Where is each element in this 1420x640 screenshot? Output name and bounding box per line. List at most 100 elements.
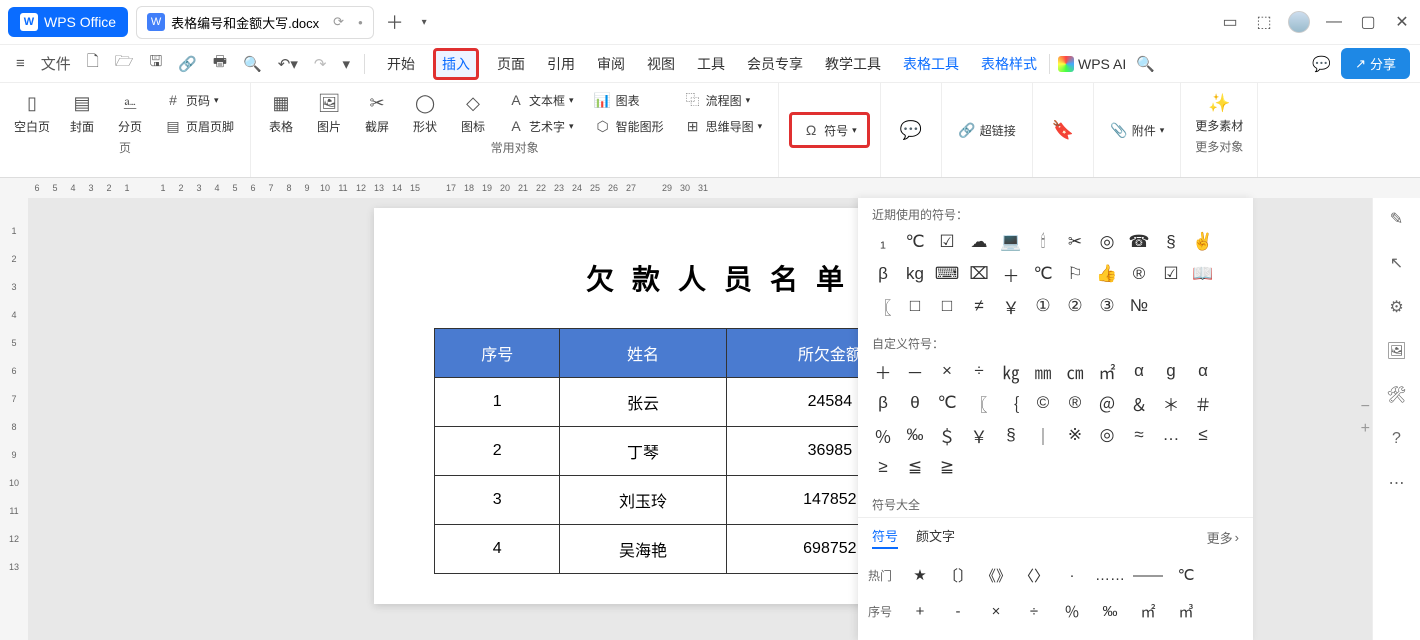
- mindmap-button[interactable]: ⊞思维导图▾: [678, 115, 769, 137]
- symbol-cell[interactable]: ＠: [1092, 388, 1122, 418]
- tab-table-tools[interactable]: 表格工具: [899, 48, 963, 80]
- symbol-cell[interactable]: ￥: [964, 420, 994, 450]
- symbol-cell[interactable]: ＋: [868, 356, 898, 386]
- symbol-cell[interactable]: +: [904, 597, 936, 625]
- symbol-cell[interactable]: 💻: [996, 227, 1026, 257]
- symbol-cell[interactable]: ㎡: [1092, 356, 1122, 386]
- emoticons-tab[interactable]: 颜文字: [916, 526, 955, 549]
- symbol-cell[interactable]: ④: [1018, 633, 1050, 640]
- symbol-cell[interactable]: β: [868, 259, 898, 289]
- more-symbols-link[interactable]: 更多›: [1207, 526, 1239, 549]
- symbol-cell[interactable]: ⚐: [1060, 259, 1090, 289]
- table-cell[interactable]: 2: [435, 427, 560, 476]
- symbol-cell[interactable]: ℃: [900, 227, 930, 257]
- symbol-cell[interactable]: ≧: [932, 452, 962, 482]
- table-cell[interactable]: 1: [435, 378, 560, 427]
- more-quickaccess-icon[interactable]: ▾: [336, 51, 356, 77]
- symbol-cell[interactable]: ◎: [1092, 420, 1122, 450]
- symbol-cell[interactable]: ☎: [1124, 227, 1154, 257]
- symbol-cell[interactable]: ⑥: [1094, 633, 1126, 640]
- symbol-cell[interactable]: §: [996, 420, 1026, 450]
- symbol-cell[interactable]: ㎜: [1028, 356, 1058, 386]
- symbol-cell[interactable]: ＋: [996, 259, 1026, 289]
- table-cell[interactable]: 3: [435, 476, 560, 525]
- symbol-cell[interactable]: ℃: [1028, 259, 1058, 289]
- symbol-cell[interactable]: ㎡: [1132, 597, 1164, 625]
- symbol-cell[interactable]: ✌: [1188, 227, 1218, 257]
- symbol-cell[interactable]: ③: [1092, 291, 1122, 321]
- tab-teaching[interactable]: 教学工具: [821, 48, 885, 80]
- user-avatar[interactable]: [1288, 11, 1310, 33]
- symbol-cell[interactable]: kg: [900, 259, 930, 289]
- new-tab-dropdown-icon[interactable]: ▾: [416, 13, 433, 32]
- symbol-cell[interactable]: ℃: [932, 388, 962, 418]
- link-icon[interactable]: 🔗: [172, 51, 203, 77]
- tab-sync-icon[interactable]: ⟳: [333, 14, 344, 30]
- symbol-category-label[interactable]: 序号: [868, 603, 900, 620]
- symbol-cell[interactable]: －: [900, 356, 930, 386]
- file-menu[interactable]: 文件: [35, 49, 77, 78]
- symbol-cell[interactable]: ‰: [1094, 597, 1126, 625]
- package-icon[interactable]: ⬚: [1254, 12, 1274, 32]
- app-badge[interactable]: W WPS Office: [8, 7, 128, 37]
- cover-button[interactable]: ▤封面: [62, 90, 102, 137]
- tab-page[interactable]: 页面: [493, 48, 529, 80]
- symbol-cell[interactable]: ＃: [1188, 388, 1218, 418]
- symbol-cell[interactable]: ※: [1060, 420, 1090, 450]
- symbol-cell[interactable]: ɡ: [1156, 356, 1186, 386]
- symbol-cell[interactable]: ⌧: [964, 259, 994, 289]
- symbol-cell[interactable]: ——: [1132, 561, 1164, 589]
- symbol-cell[interactable]: ⌨: [932, 259, 962, 289]
- hyperlink-button[interactable]: 🔗超链接: [952, 119, 1022, 141]
- symbol-category-label[interactable]: 热门: [868, 567, 900, 584]
- open-file-icon[interactable]: 🗁: [109, 47, 140, 80]
- symbol-cell[interactable]: ①: [1028, 291, 1058, 321]
- symbol-cell[interactable]: ＄: [932, 420, 962, 450]
- table-cell[interactable]: 吴海艳: [560, 525, 726, 574]
- tab-insert[interactable]: 插入: [433, 48, 479, 80]
- symbol-cell[interactable]: ｛: [996, 388, 1026, 418]
- new-file-icon[interactable]: 🗋: [81, 47, 105, 80]
- new-tab-button[interactable]: ＋: [380, 5, 410, 39]
- tab-start[interactable]: 开始: [383, 48, 419, 80]
- symbol-cell[interactable]: ·: [1056, 561, 1088, 589]
- symbol-cell[interactable]: ⑤: [1056, 633, 1088, 640]
- window-minimize-icon[interactable]: —: [1324, 12, 1344, 32]
- table-cell[interactable]: 刘玉玲: [560, 476, 726, 525]
- image-tool-icon[interactable]: 🖼: [1386, 340, 1408, 362]
- picture-button[interactable]: 🖼图片: [309, 90, 349, 137]
- symbol-cell[interactable]: ②: [942, 633, 974, 640]
- symbol-cell[interactable]: ≈: [1124, 420, 1154, 450]
- icon-button[interactable]: ◇图标: [453, 90, 493, 137]
- table-cell[interactable]: 4: [435, 525, 560, 574]
- table-button[interactable]: ▦表格: [261, 90, 301, 137]
- symbol-cell[interactable]: ％: [868, 420, 898, 450]
- symbol-cell[interactable]: □: [932, 291, 962, 321]
- symbol-cell[interactable]: ₁: [868, 227, 898, 257]
- textbox-button[interactable]: A文本框▾: [501, 89, 580, 111]
- chat-icon[interactable]: 💬: [1306, 51, 1337, 77]
- arttext-button[interactable]: A艺术字▾: [501, 115, 580, 137]
- symbol-cell[interactable]: α: [1124, 356, 1154, 386]
- wps-ai-button[interactable]: WPS AI: [1058, 56, 1126, 72]
- symbol-cell[interactable]: ①: [904, 633, 936, 640]
- symbol-cell[interactable]: ☑: [1156, 259, 1186, 289]
- window-maximize-icon[interactable]: ▢: [1358, 12, 1378, 32]
- symbol-cell[interactable]: ×: [932, 356, 962, 386]
- symbol-cell[interactable]: 📖: [1188, 259, 1218, 289]
- shape-button[interactable]: ◯形状: [405, 90, 445, 137]
- tab-tools[interactable]: 工具: [693, 48, 729, 80]
- zoom-in-icon[interactable]: +: [1361, 420, 1370, 438]
- symbol-cell[interactable]: 👍: [1092, 259, 1122, 289]
- zoom-out-icon[interactable]: −: [1361, 398, 1370, 416]
- symbol-cell[interactable]: □: [900, 291, 930, 321]
- blank-page-button[interactable]: ▯空白页: [10, 90, 54, 137]
- symbols-tab[interactable]: 符号: [872, 526, 898, 549]
- symbol-cell[interactable]: ㎥: [1170, 597, 1202, 625]
- tab-close-icon[interactable]: •: [358, 15, 363, 30]
- bookmark-button[interactable]: 🔖: [1043, 116, 1083, 144]
- symbol-cell[interactable]: …: [1156, 420, 1186, 450]
- symbol-cell[interactable]: ￥: [996, 291, 1026, 321]
- tab-member[interactable]: 会员专享: [743, 48, 807, 80]
- symbol-cell[interactable]: ｜: [1028, 420, 1058, 450]
